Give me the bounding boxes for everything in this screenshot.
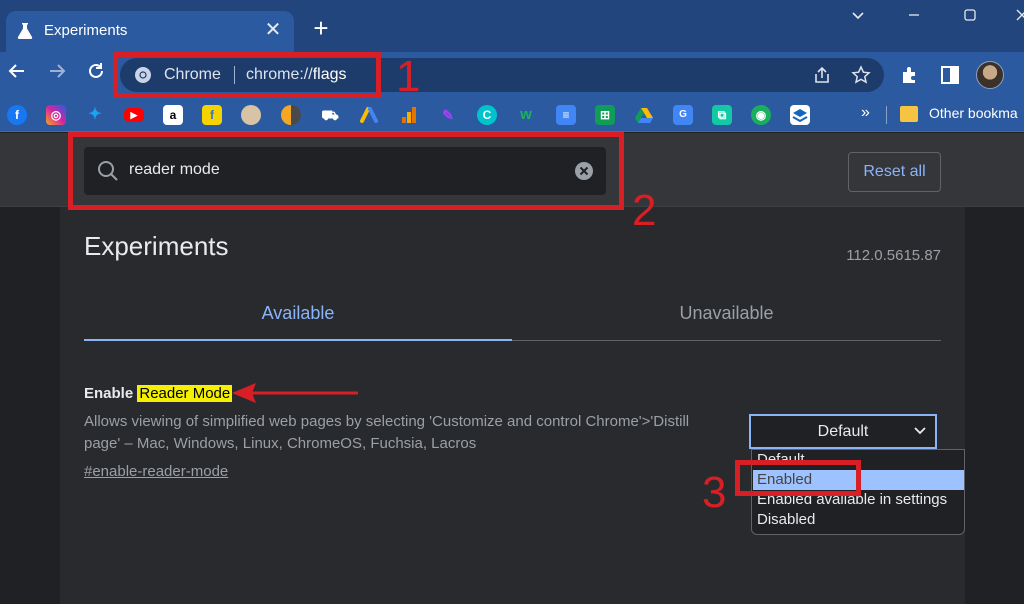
flag-anchor-link[interactable]: #enable-reader-mode: [84, 463, 228, 480]
docs-icon[interactable]: ≡: [556, 105, 576, 125]
bookmarks-separator: [886, 106, 887, 124]
side-panel-icon[interactable]: [939, 64, 961, 86]
instagram-icon[interactable]: ◎: [46, 105, 66, 125]
share-icon[interactable]: [812, 65, 832, 85]
tab-bar: Available Unavailable: [84, 285, 941, 343]
facebook-icon[interactable]: f: [7, 105, 27, 125]
version-number: 112.0.5615.87: [846, 247, 941, 264]
annotation-number-3: 3: [702, 468, 727, 517]
annotation-box-search: [68, 132, 624, 210]
twitter-icon[interactable]: ✦: [85, 105, 105, 125]
close-window-icon[interactable]: [1010, 8, 1024, 28]
amazon-icon[interactable]: a: [163, 105, 183, 125]
reset-all-button[interactable]: Reset all: [848, 152, 941, 192]
tab-title: Experiments: [44, 22, 128, 39]
maximize-icon[interactable]: [958, 8, 982, 28]
car-icon[interactable]: ⛟: [320, 105, 340, 125]
flag-select-dropdown[interactable]: Default: [749, 414, 937, 449]
tab-unavailable[interactable]: Unavailable: [512, 285, 941, 341]
google-ads-icon[interactable]: [359, 105, 379, 125]
page-title: Experiments: [84, 231, 229, 261]
arrow-left-icon: [8, 64, 24, 78]
annotation-box-enabled: [735, 460, 861, 496]
reload-button[interactable]: [83, 61, 109, 87]
other-bookmarks[interactable]: Other bookma: [929, 105, 1018, 121]
copy-icon[interactable]: ⧉: [712, 105, 732, 125]
annotation-number-1: 1: [396, 52, 421, 101]
flask-icon: [17, 23, 33, 39]
pen-icon[interactable]: ✎: [438, 105, 458, 125]
tab-close-icon[interactable]: ✕: [262, 19, 284, 41]
flag-title-highlight: Reader Mode: [137, 385, 233, 402]
arrow-right-icon: [50, 64, 66, 78]
annotation-box-address: [113, 52, 381, 98]
profile-avatar[interactable]: [976, 61, 1004, 89]
flag-title-prefix: Enable: [84, 385, 138, 402]
annotation-number-2: 2: [632, 186, 657, 235]
bookmarks-bar: f ◎ ✦ ▶ a f ⛟ ✎ C w ≡ ⊞ G ⧉ ◉ » Other bo…: [0, 98, 1024, 132]
option-disabled[interactable]: Disabled: [753, 510, 964, 530]
browser-tab[interactable]: Experiments ✕: [6, 11, 294, 52]
word-icon[interactable]: w: [516, 105, 536, 125]
new-tab-button[interactable]: +: [309, 15, 333, 41]
drive-icon[interactable]: [634, 105, 654, 125]
translate-icon[interactable]: G: [673, 105, 693, 125]
sheets-icon[interactable]: ⊞: [595, 105, 615, 125]
analytics-icon[interactable]: [399, 105, 419, 125]
flipkart-icon[interactable]: f: [202, 105, 222, 125]
tab-available[interactable]: Available: [84, 285, 512, 341]
forward-button[interactable]: [44, 61, 70, 87]
star-icon[interactable]: [851, 65, 871, 85]
folder-icon: [900, 106, 918, 122]
half-circle-icon[interactable]: [281, 105, 301, 125]
tab-search-icon[interactable]: [846, 8, 870, 28]
experiments-panel: Experiments 112.0.5615.87 Available Unav…: [60, 207, 965, 604]
back-button[interactable]: [4, 61, 30, 87]
reload-icon: [89, 63, 103, 78]
bookmarks-overflow-button[interactable]: »: [861, 104, 870, 122]
chevron-down-icon: [914, 427, 926, 435]
profile-bookmark-icon[interactable]: [241, 105, 261, 125]
flag-title: Enable Reader Mode: [84, 385, 233, 402]
stack-icon[interactable]: [790, 105, 810, 125]
flag-description: Allows viewing of simplified web pages b…: [84, 413, 690, 452]
tab-strip: Experiments ✕ +: [0, 0, 1024, 52]
extensions-icon[interactable]: [899, 64, 921, 86]
pinterest-icon[interactable]: ◉: [751, 105, 771, 125]
canva-icon[interactable]: C: [477, 105, 497, 125]
annotation-arrow-icon: [232, 383, 358, 403]
youtube-icon[interactable]: ▶: [124, 108, 144, 122]
minimize-icon[interactable]: [902, 8, 926, 28]
select-value: Default: [817, 423, 869, 440]
